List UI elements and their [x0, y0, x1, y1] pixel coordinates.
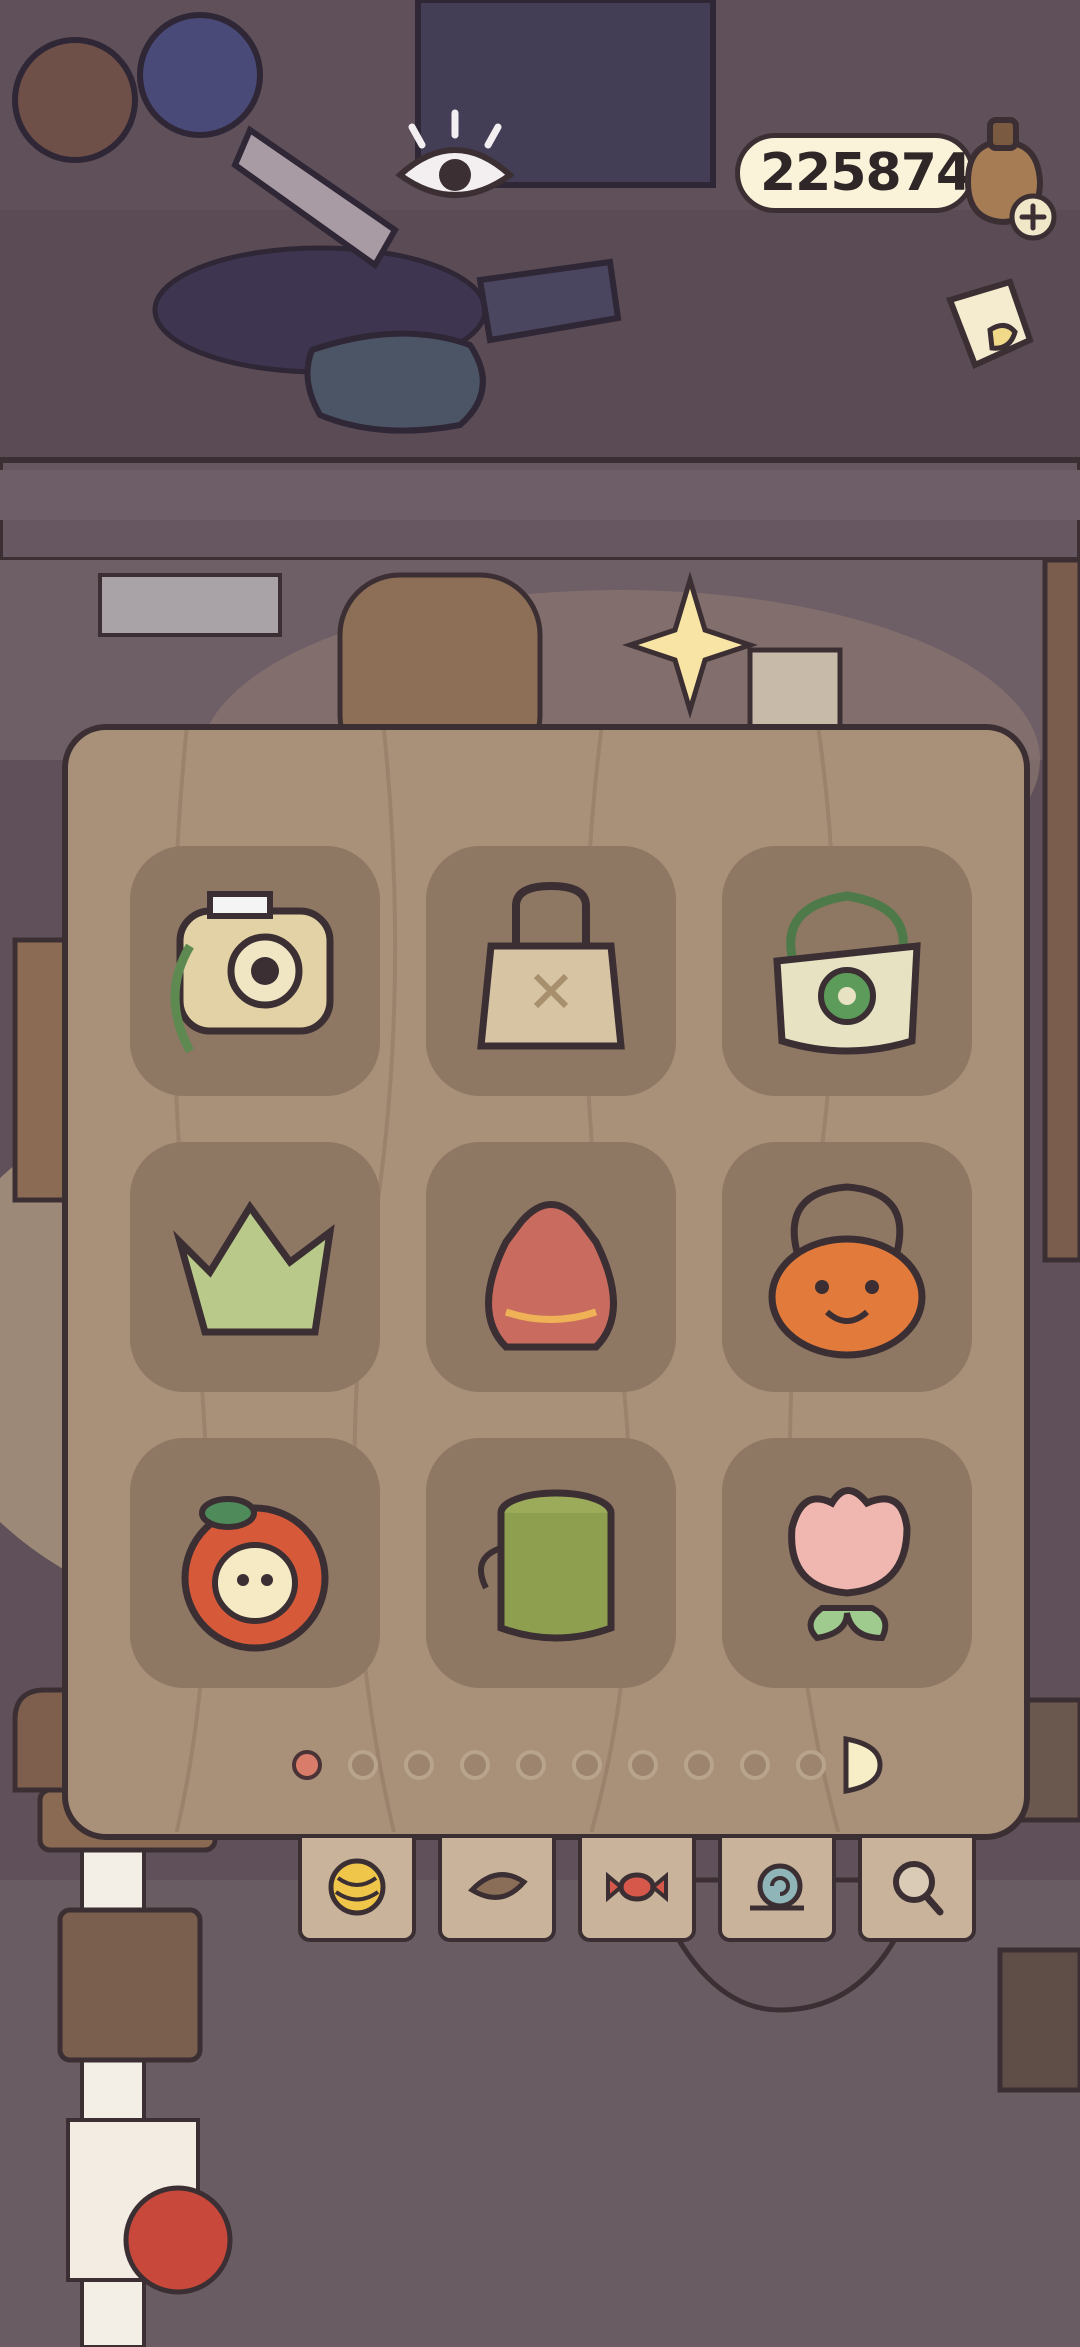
coin-amount: 225874 [760, 143, 972, 203]
camera-icon [170, 891, 334, 1054]
tab-leaf[interactable] [438, 1838, 556, 1942]
next-page-button[interactable] [840, 1733, 884, 1797]
page-dot-5[interactable] [516, 1750, 546, 1780]
side-menu-button[interactable] [930, 270, 1050, 390]
candy-icon [606, 1871, 668, 1903]
magnifier-icon [893, 1861, 944, 1916]
pumpkin-icon [768, 1183, 926, 1359]
crown-icon [173, 1200, 335, 1336]
inventory-slot-pouch[interactable] [426, 1142, 676, 1392]
inventory-panel [62, 724, 1030, 1840]
view-toggle-button[interactable] [390, 105, 520, 215]
inventory-slot-apple[interactable] [130, 1438, 380, 1688]
page-dot-4[interactable] [460, 1750, 490, 1780]
snail-icon [750, 1863, 804, 1911]
page-dot-9[interactable] [740, 1750, 770, 1780]
yarn-icon [328, 1858, 386, 1916]
flower-bag-icon [773, 891, 921, 1055]
tab-candy[interactable] [578, 1838, 696, 1942]
bucket-icon [478, 1489, 615, 1642]
inventory-slot-crown[interactable] [130, 1142, 380, 1392]
page-dot-8[interactable] [684, 1750, 714, 1780]
tab-yarn[interactable] [298, 1838, 416, 1942]
tulip-icon [788, 1487, 911, 1642]
inventory-slot-flower-bag[interactable] [722, 846, 972, 1096]
add-coins-button[interactable] [948, 112, 1058, 242]
page-dot-2[interactable] [348, 1750, 378, 1780]
page-dot-10[interactable] [796, 1750, 826, 1780]
page-dot-6[interactable] [572, 1750, 602, 1780]
tab-snail[interactable] [718, 1838, 836, 1942]
pouch-icon [485, 1201, 617, 1351]
inventory-slot-tulip[interactable] [722, 1438, 972, 1688]
apple-icon [181, 1496, 329, 1652]
eye-icon [395, 109, 515, 198]
plus-icon [1009, 193, 1057, 241]
note-icon [946, 278, 1034, 370]
inventory-slot-camera[interactable] [130, 846, 380, 1096]
leaf-icon [468, 1872, 528, 1900]
coin-counter: 225874 [735, 133, 975, 213]
tote-bag-icon [477, 881, 625, 1050]
tab-search[interactable] [858, 1838, 976, 1942]
inventory-slot-bucket[interactable] [426, 1438, 676, 1688]
page-dot-3[interactable] [404, 1750, 434, 1780]
page-dot-7[interactable] [628, 1750, 658, 1780]
inventory-slot-tote-bag[interactable] [426, 846, 676, 1096]
inventory-slot-pumpkin[interactable] [722, 1142, 972, 1392]
page-dot-1[interactable] [292, 1750, 322, 1780]
